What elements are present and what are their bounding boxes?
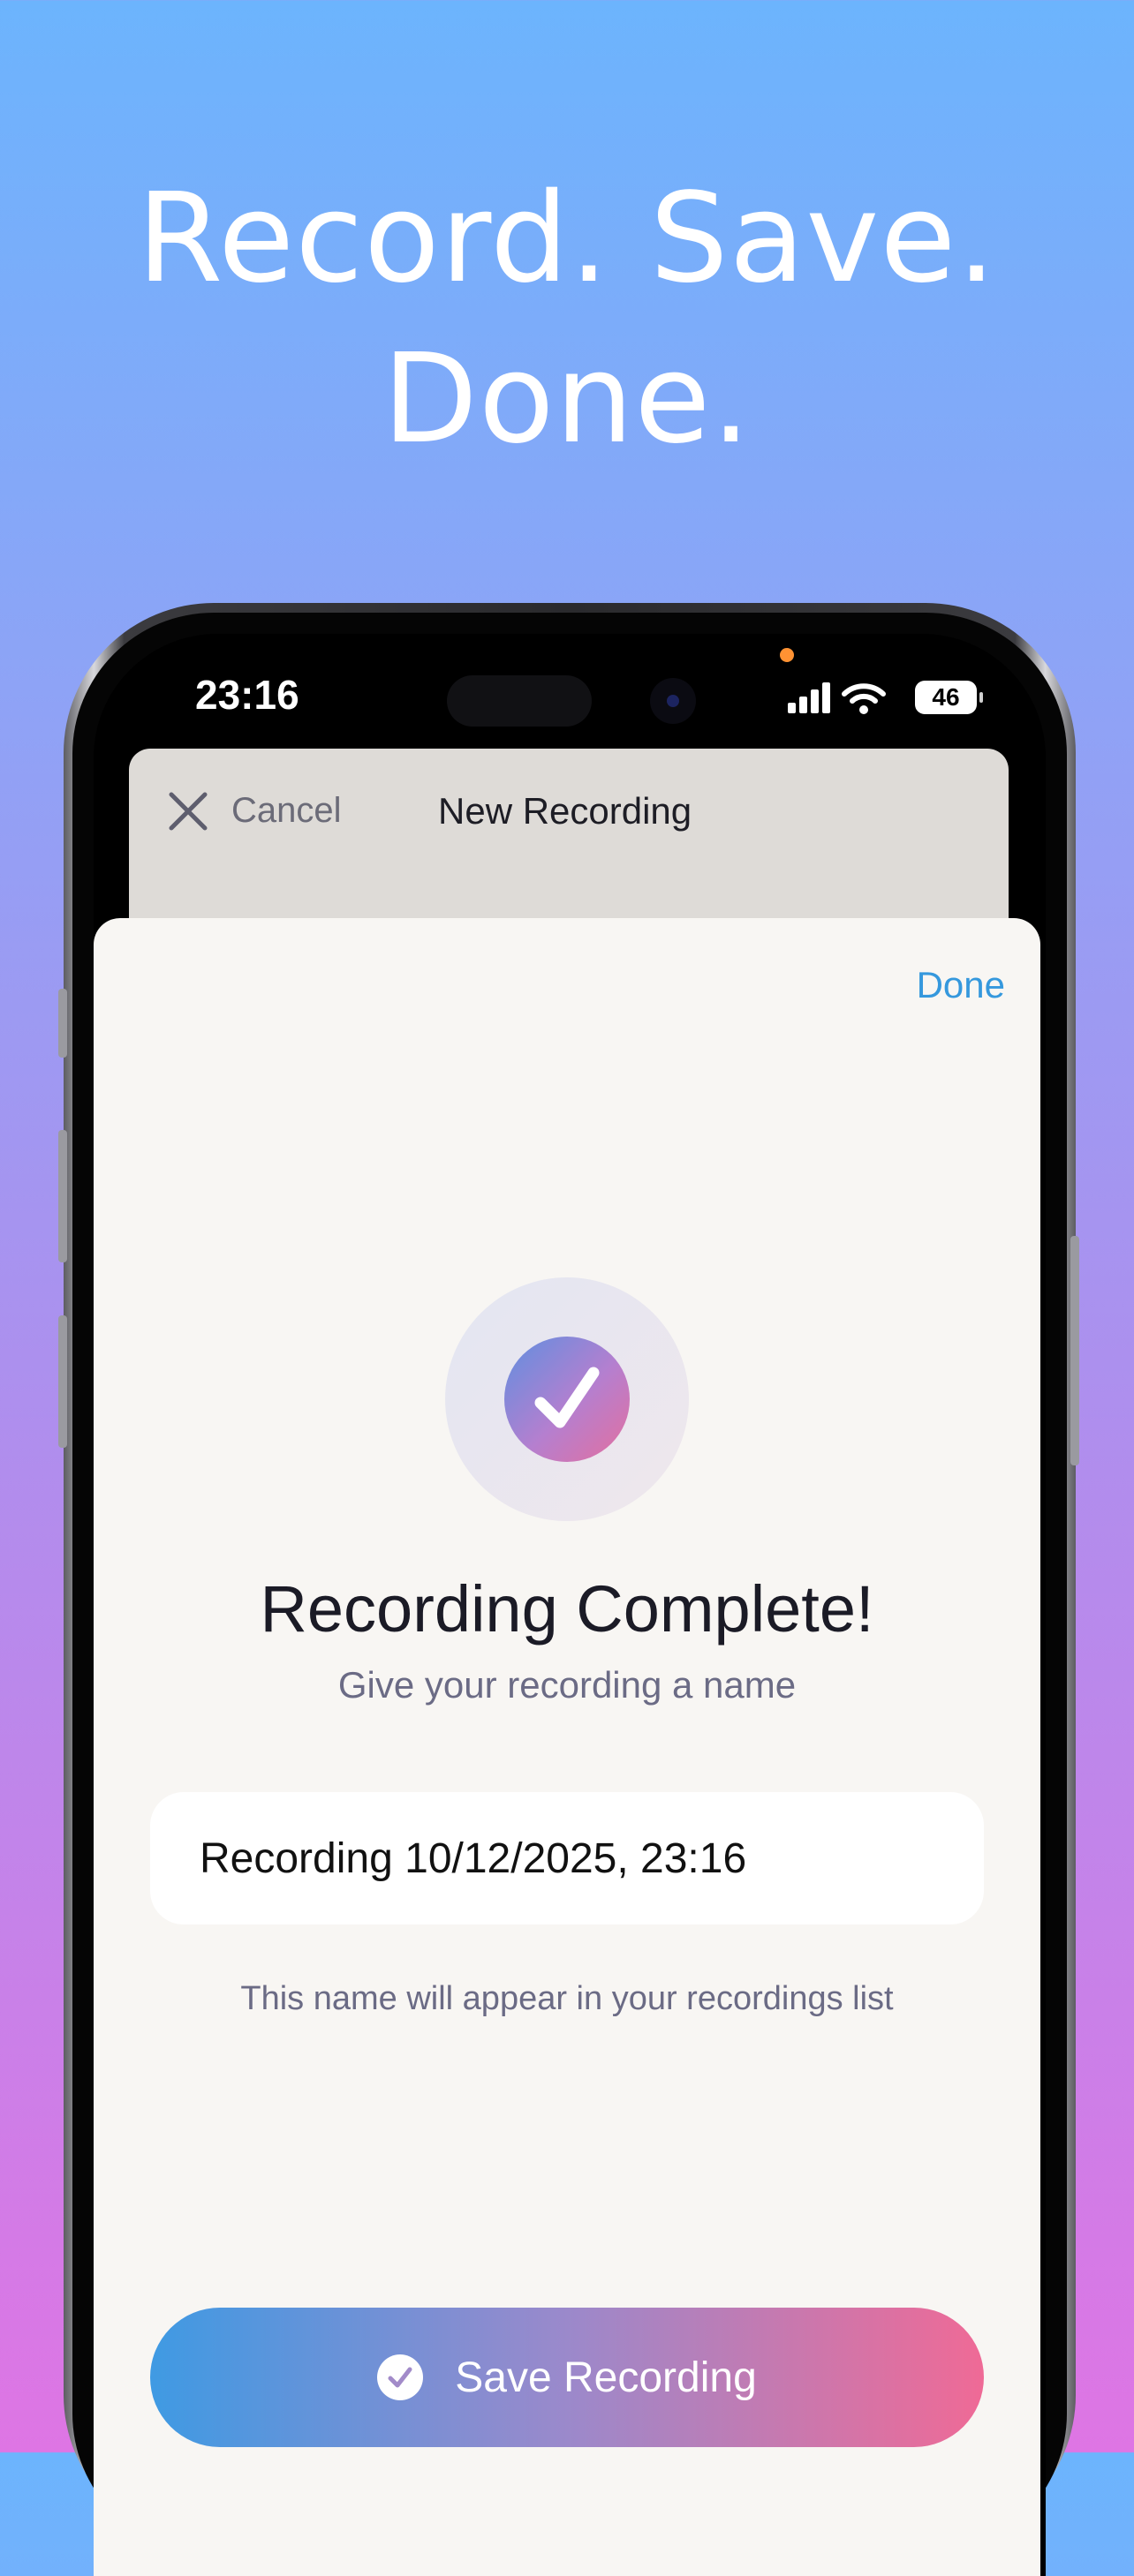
success-badge <box>445 1277 689 1521</box>
headline-line-2: Done. <box>382 328 752 471</box>
status-time: 23:16 <box>195 672 299 718</box>
dynamic-island <box>447 675 592 727</box>
phone-screen: 23:16 46 Cancel New Recording Done Recor… <box>94 634 1046 2576</box>
signal-wifi-icons <box>788 682 886 714</box>
headline: Record. Save. Done. <box>0 159 1134 480</box>
check-circle-icon <box>377 2354 424 2400</box>
save-recording-sheet: Done Recording Complete! Give your recor… <box>94 918 1040 2576</box>
checkmark-icon <box>534 1367 600 1428</box>
power-button <box>1070 1236 1079 1465</box>
cancel-button[interactable]: Cancel <box>231 791 342 831</box>
battery-icon: 46 <box>915 681 983 714</box>
signal-icon <box>788 682 830 713</box>
close-icon[interactable] <box>168 791 208 832</box>
new-recording-title: New Recording <box>438 790 692 832</box>
volume-down-button <box>58 1315 67 1448</box>
save-recording-label: Save Recording <box>455 2354 757 2401</box>
page-subtitle: Give your recording a name <box>337 1664 797 1706</box>
mic-indicator-icon <box>780 648 794 662</box>
wifi-icon <box>842 683 886 714</box>
camera-icon <box>650 678 696 724</box>
done-button[interactable]: Done <box>917 964 1005 1006</box>
save-recording-button[interactable]: Save Recording <box>150 2308 984 2447</box>
page-title: Recording Complete! <box>260 1572 874 1646</box>
volume-up-button <box>58 1130 67 1262</box>
mute-switch <box>58 989 67 1058</box>
headline-line-1: Record. Save. <box>137 167 997 311</box>
recording-name-input[interactable] <box>150 1792 984 1924</box>
helper-text: This name will appear in your recordings… <box>240 1980 894 2017</box>
checkmark-circle <box>504 1337 630 1462</box>
